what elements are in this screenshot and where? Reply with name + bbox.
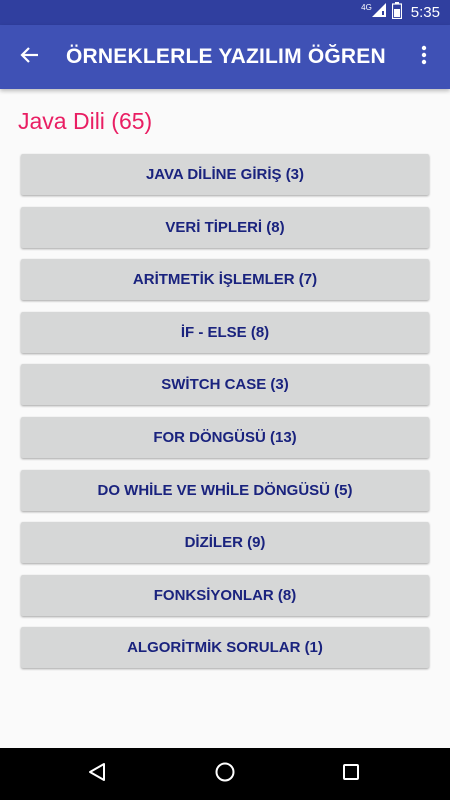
app-bar: ÖRNEKLERLE YAZILIM ÖĞREN xyxy=(0,25,450,89)
topic-button-algorithm-questions[interactable]: ALGORİTMİK SORULAR (1) xyxy=(21,627,429,669)
battery-icon xyxy=(391,1,402,24)
back-button[interactable] xyxy=(14,41,46,73)
topic-button-java-intro[interactable]: JAVA DİLİNE GİRİŞ (3) xyxy=(21,154,429,195)
status-time: 5:35 xyxy=(410,4,440,21)
recents-square-icon xyxy=(341,762,361,787)
topic-button-while-loop[interactable]: DO WHİLE VE WHİLE DÖNGÜSÜ (5) xyxy=(21,469,429,511)
app-title: ÖRNEKLERLE YAZILIM ÖĞREN xyxy=(66,45,386,68)
topic-button-for-loop[interactable]: FOR DÖNGÜSÜ (13) xyxy=(21,416,429,458)
overflow-menu-button[interactable] xyxy=(410,41,438,73)
topic-button-data-types[interactable]: VERİ TİPLERİ (8) xyxy=(21,206,429,248)
more-vert-icon xyxy=(421,45,427,70)
app-screen: 4G 5:35 ÖRNEKLERLE YAZILIM ÖĞREN Java Di… xyxy=(0,0,450,800)
topic-button-functions[interactable]: FONKSİYONLAR (8) xyxy=(21,574,429,616)
signal-icon xyxy=(371,2,387,23)
status-icons: 4G 5:35 xyxy=(361,0,440,25)
home-circle-icon xyxy=(214,761,236,788)
topic-button-arrays[interactable]: DİZİLER (9) xyxy=(21,522,429,564)
topic-list: JAVA DİLİNE GİRİŞ (3) VERİ TİPLERİ (8) A… xyxy=(21,154,429,680)
topic-button-if-else[interactable]: İF - ELSE (8) xyxy=(21,311,429,353)
topic-button-arithmetic[interactable]: ARİTMETİK İŞLEMLER (7) xyxy=(21,259,429,301)
nav-back-button[interactable] xyxy=(82,759,112,789)
topic-button-switch-case[interactable]: SWİTCH CASE (3) xyxy=(21,364,429,406)
status-bar: 4G 5:35 xyxy=(0,0,450,25)
system-nav-bar xyxy=(0,748,450,800)
network-type-label: 4G xyxy=(361,3,372,12)
section-title: Java Dili (65) xyxy=(18,108,153,134)
nav-recents-button[interactable] xyxy=(336,759,366,789)
back-triangle-icon xyxy=(86,761,108,788)
nav-home-button[interactable] xyxy=(210,759,240,789)
arrow-back-icon xyxy=(20,45,40,70)
